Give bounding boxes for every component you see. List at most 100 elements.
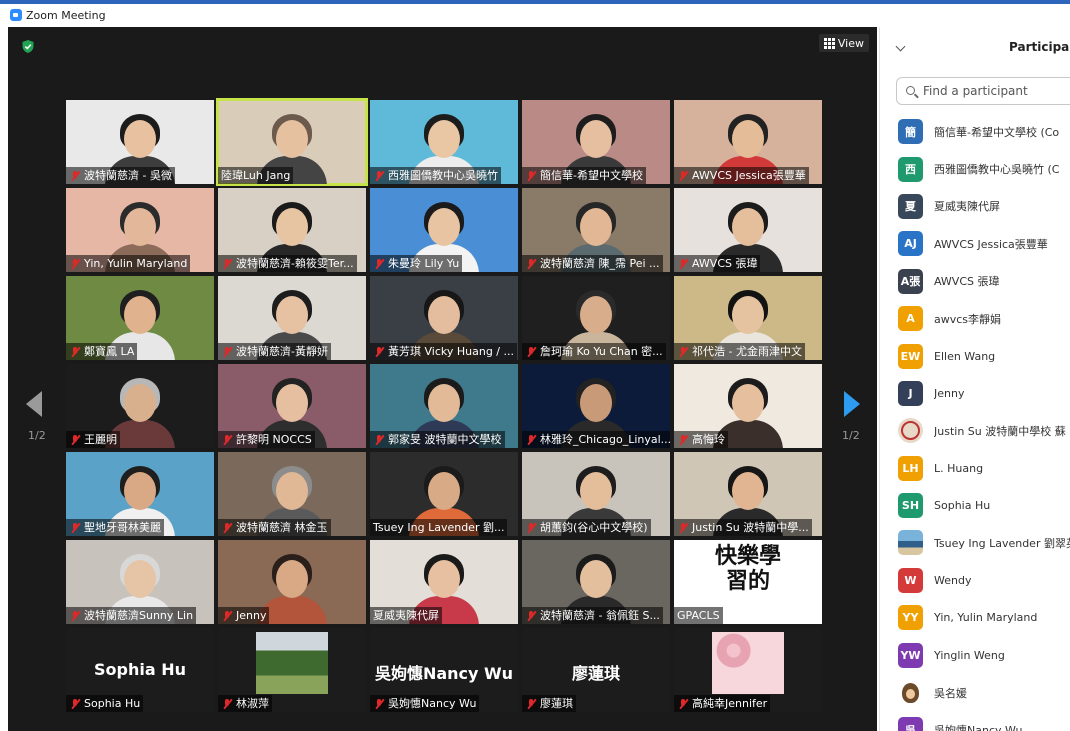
video-tile[interactable]: 高悔玲	[674, 364, 822, 448]
avatar: 西	[898, 156, 923, 182]
video-tile[interactable]: 朱曼玲 Lily Yu	[370, 188, 518, 272]
participant-row[interactable]: 夏夏威夷陳代屏	[898, 188, 1070, 225]
video-tile[interactable]: 陸瑋Luh Jang	[216, 98, 368, 186]
video-tile[interactable]: 許黎明 NOCCS	[218, 364, 366, 448]
video-tile[interactable]: 波特蘭慈濟 - 吳微	[66, 100, 214, 184]
video-tile[interactable]: 吳姁憓Nancy Wu 吳姁憓Nancy Wu	[370, 628, 518, 712]
muted-mic-icon	[221, 258, 233, 270]
participant-row[interactable]: 吳 吳姁憓Nancy Wu	[898, 711, 1070, 731]
name-label: 波特蘭慈濟 - 吳微	[66, 167, 175, 184]
video-tile[interactable]: 快樂學習的 GPACLS	[674, 540, 822, 624]
muted-mic-icon	[69, 434, 81, 446]
video-tile[interactable]: 王麗明	[66, 364, 214, 448]
video-tile[interactable]: AWVCS Jessica張豐華	[674, 100, 822, 184]
video-tile[interactable]: 高純幸Jennifer	[674, 628, 822, 712]
video-tile[interactable]: 黃芳琪 Vicky Huang / ...	[370, 276, 518, 360]
video-tile[interactable]: 波特蘭慈濟 林金玉	[218, 452, 366, 536]
participant-name: Tsuey Ing Lavender 劉...	[373, 521, 505, 534]
name-label: 高純幸Jennifer	[674, 695, 771, 712]
video-tile[interactable]: 林雅玲_Chicago_Linyal...	[522, 364, 670, 448]
next-page-icon[interactable]	[844, 391, 860, 417]
video-tile[interactable]: 祁代浩 - 尤金雨津中文	[674, 276, 822, 360]
video-tile[interactable]: 廖蓮琪 廖蓮琪	[522, 628, 670, 712]
video-tile[interactable]: 夏威夷陳代屏	[370, 540, 518, 624]
muted-mic-icon	[373, 346, 385, 358]
muted-mic-icon	[373, 258, 385, 270]
video-tile[interactable]: 聖地牙哥林美麗	[66, 452, 214, 536]
name-label: 黃芳琪 Vicky Huang / ...	[370, 343, 517, 360]
muted-mic-icon	[69, 170, 81, 182]
participant-name: 波特蘭慈濟 陳_霈 Pei ...	[540, 257, 660, 270]
participant-display-name: Sophia Hu	[94, 660, 186, 679]
avatar	[898, 530, 923, 556]
participant-row[interactable]: AJ AWVCS Jessica張豐華	[898, 225, 1070, 262]
participant-row[interactable]: 簡簡信華-希望中文學校 (Co	[898, 113, 1070, 150]
name-label: 陸瑋Luh Jang	[218, 167, 294, 184]
avatar: YW	[898, 642, 923, 668]
video-tile[interactable]: Yin, Yulin Maryland	[66, 188, 214, 272]
participant-name: Sophia Hu	[84, 697, 141, 710]
participant-row[interactable]: Tsuey Ing Lavender 劉翠英	[898, 524, 1070, 561]
participant-row[interactable]: YW Yinglin Weng	[898, 636, 1070, 673]
name-label: 波特蘭慈濟Sunny Lin	[66, 607, 197, 624]
previous-page-icon[interactable]	[26, 391, 42, 417]
avatar: A張	[898, 268, 923, 294]
video-tile[interactable]: 波特蘭慈濟 陳_霈 Pei ...	[522, 188, 670, 272]
participant-search-input[interactable]: Find a participant	[896, 77, 1070, 105]
participant-row[interactable]: LH L. Huang	[898, 450, 1070, 487]
garden-photo	[256, 632, 328, 694]
encryption-shield-icon[interactable]	[22, 40, 34, 53]
video-tile[interactable]: 波特蘭慈濟-黃靜妍	[218, 276, 366, 360]
name-label: 波特蘭慈濟-賴筱雯Ter...	[218, 255, 357, 272]
video-tile[interactable]: 鄭寶鳳 LA	[66, 276, 214, 360]
video-tile[interactable]: 詹珂瑜 Ko Yu Chan 密...	[522, 276, 670, 360]
participant-row[interactable]: 吳名媛	[898, 674, 1070, 711]
participant-name: Jenny	[236, 609, 267, 622]
muted-mic-icon	[677, 522, 689, 534]
video-tile[interactable]: 西雅圖僑教中心吳曉竹	[370, 100, 518, 184]
muted-mic-icon	[525, 522, 537, 534]
participant-row[interactable]: J Jenny	[898, 375, 1070, 412]
view-button[interactable]: View	[818, 34, 869, 52]
participant-list-name: Yinglin Weng	[934, 648, 1005, 662]
participant-name: 聖地牙哥林美麗	[84, 521, 161, 534]
participant-row[interactable]: SH Sophia Hu	[898, 487, 1070, 524]
video-tile[interactable]: 胡蕙鈞(谷心中文學校)	[522, 452, 670, 536]
participant-name: 波特蘭慈濟 林金玉	[236, 521, 328, 534]
participant-row[interactable]: Aawvcs李靜娟	[898, 300, 1070, 337]
muted-mic-icon	[677, 434, 689, 446]
video-tile[interactable]: 林淑萍	[218, 628, 366, 712]
participant-name: 波特蘭慈濟-黃靜妍	[236, 345, 328, 358]
video-tile[interactable]: 簡信華-希望中文學校	[522, 100, 670, 184]
video-tile[interactable]: Justin Su 波特蘭中學...	[674, 452, 822, 536]
participant-row[interactable]: W Wendy	[898, 562, 1070, 599]
video-tile[interactable]: Sophia Hu Sophia Hu	[66, 628, 214, 712]
collapse-chevron-icon[interactable]	[895, 41, 906, 52]
participant-row[interactable]: A張 AWVCS 張瑋	[898, 263, 1070, 300]
search-placeholder: Find a participant	[923, 84, 1028, 98]
avatar: LH	[898, 455, 923, 481]
video-tile[interactable]: Jenny	[218, 540, 366, 624]
name-label: AWVCS 張瑋	[674, 255, 761, 272]
name-label: 聖地牙哥林美麗	[66, 519, 164, 536]
video-tile[interactable]: Tsuey Ing Lavender 劉...	[370, 452, 518, 536]
video-tile[interactable]: 波特蘭慈濟 - 翁佩鈺 S...	[522, 540, 670, 624]
video-tile[interactable]: 波特蘭慈濟-賴筱雯Ter...	[218, 188, 366, 272]
participant-row[interactable]: EW Ellen Wang	[898, 337, 1070, 374]
participant-row[interactable]: YY Yin, Yulin Maryland	[898, 599, 1070, 636]
participant-name: 詹珂瑜 Ko Yu Chan 密...	[540, 345, 663, 358]
muted-mic-icon	[373, 170, 385, 182]
muted-mic-icon	[221, 434, 233, 446]
video-tile[interactable]: AWVCS 張瑋	[674, 188, 822, 272]
participant-row[interactable]: Justin Su 波特蘭中學校 蘇	[898, 412, 1070, 449]
name-label: 鄭寶鳳 LA	[66, 343, 138, 360]
participant-list-name: 簡信華-希望中文學校 (Co	[934, 125, 1060, 139]
participant-row[interactable]: 西西雅圖僑教中心吳曉竹 (C	[898, 150, 1070, 187]
participant-name: 林雅玲_Chicago_Linyal...	[540, 433, 670, 446]
name-label: 波特蘭慈濟 - 翁佩鈺 S...	[522, 607, 663, 624]
video-tile[interactable]: 郭家旻 波特蘭中文學校	[370, 364, 518, 448]
participant-list-name: 吳名媛	[934, 686, 967, 700]
participant-name: AWVCS 張瑋	[692, 257, 758, 270]
participant-display-name: 廖蓮琪	[571, 664, 620, 683]
video-tile[interactable]: 波特蘭慈濟Sunny Lin	[66, 540, 214, 624]
